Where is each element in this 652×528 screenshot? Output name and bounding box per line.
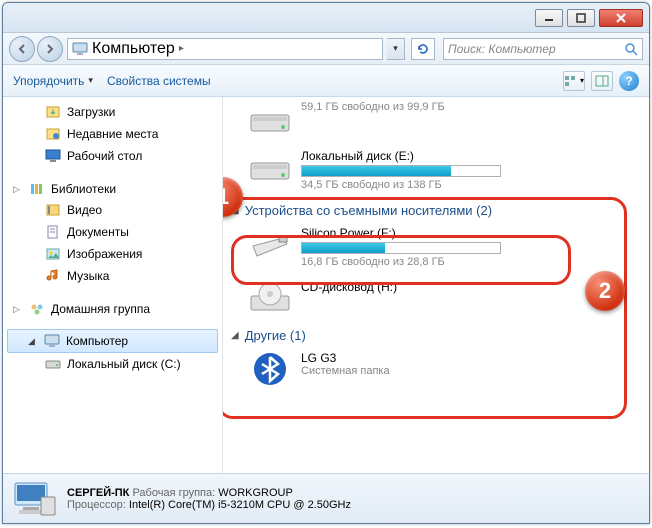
drive-item-f[interactable]: Silicon Power (F:) 16,8 ГБ свободно из 2…	[231, 222, 641, 276]
drive-freespace: 34,5 ГБ свободно из 138 ГБ	[301, 179, 641, 191]
search-icon	[624, 42, 638, 56]
chevron-right-icon: ▸	[179, 43, 184, 54]
breadcrumb-location: Компьютер	[92, 40, 175, 58]
sidebar: Загрузки Недавние места Рабочий стол ▷ Б…	[3, 97, 223, 473]
toolbar: Упорядочить▾ Свойства системы ▾ ?	[3, 65, 649, 97]
capacity-bar	[301, 165, 501, 177]
collapse-icon: ◢	[231, 205, 239, 216]
drive-label: Локальный диск (E:)	[301, 149, 641, 163]
drive-icon	[45, 356, 61, 372]
cd-drive-icon	[249, 280, 291, 316]
sidebar-item-music[interactable]: Музыка	[3, 265, 222, 287]
drive-item-h[interactable]: CD-дисковод (H:)	[231, 276, 641, 324]
homegroup-icon	[29, 301, 45, 317]
hdd-icon	[249, 149, 291, 185]
sidebar-item-desktop[interactable]: Рабочий стол	[3, 145, 222, 167]
sidebar-item-video[interactable]: Видео	[3, 199, 222, 221]
pc-name: СЕРГЕЙ-ПК	[67, 487, 129, 499]
libraries-icon	[29, 181, 45, 197]
sidebar-item-computer[interactable]: ◢ Компьютер	[7, 329, 218, 353]
group-removable-devices[interactable]: ◢ Устройства со съемными носителями (2)	[231, 199, 641, 222]
back-button[interactable]	[9, 36, 35, 62]
drive-label: Silicon Power (F:)	[301, 226, 641, 240]
minimize-button[interactable]	[535, 9, 563, 27]
video-icon	[45, 202, 61, 218]
search-input[interactable]: Поиск: Компьютер	[443, 38, 643, 60]
explorer-window: Компьютер ▸ ▾ Поиск: Компьютер Упорядочи…	[2, 2, 650, 524]
documents-icon	[45, 224, 61, 240]
expand-icon: ▷	[13, 184, 23, 195]
sidebar-item-documents[interactable]: Документы	[3, 221, 222, 243]
capacity-bar	[301, 242, 501, 254]
computer-icon	[44, 333, 60, 349]
device-sublabel: Системная папка	[301, 365, 641, 377]
downloads-icon	[45, 104, 61, 120]
maximize-button[interactable]	[567, 9, 595, 27]
system-properties-button[interactable]: Свойства системы	[107, 74, 211, 88]
close-button[interactable]	[599, 9, 643, 27]
drive-freespace: 59,1 ГБ свободно из 99,9 ГБ	[301, 101, 641, 113]
computer-icon	[72, 41, 88, 57]
address-dropdown-button[interactable]: ▾	[387, 38, 405, 60]
expand-icon: ◢	[28, 332, 38, 350]
sidebar-item-pictures[interactable]: Изображения	[3, 243, 222, 265]
forward-button[interactable]	[37, 36, 63, 62]
help-button[interactable]: ?	[619, 71, 639, 91]
group-other[interactable]: ◢ Другие (1)	[231, 324, 641, 347]
device-label: LG G3	[301, 351, 641, 365]
drive-item-e[interactable]: Локальный диск (E:) 34,5 ГБ свободно из …	[231, 145, 641, 199]
status-text: СЕРГЕЙ-ПК Рабочая группа: WORKGROUP Проц…	[67, 487, 351, 511]
pictures-icon	[45, 246, 61, 262]
usb-drive-icon	[249, 226, 291, 262]
content-pane: 59,1 ГБ свободно из 99,9 ГБ Локальный ди…	[223, 97, 649, 473]
sidebar-group-homegroup[interactable]: ▷ Домашняя группа	[3, 297, 222, 319]
breadcrumb[interactable]: Компьютер ▸	[67, 38, 383, 60]
refresh-button[interactable]	[411, 38, 435, 60]
search-placeholder: Поиск: Компьютер	[448, 42, 556, 56]
desktop-icon	[45, 148, 61, 164]
recent-icon	[45, 126, 61, 142]
music-icon	[45, 268, 61, 284]
bluetooth-icon	[249, 351, 291, 387]
address-bar: Компьютер ▸ ▾ Поиск: Компьютер	[3, 33, 649, 65]
titlebar	[3, 3, 649, 33]
sidebar-item-local-disk-c[interactable]: Локальный диск (C:)	[3, 353, 222, 375]
sidebar-item-recent[interactable]: Недавние места	[3, 123, 222, 145]
sidebar-group-libraries[interactable]: ▷ Библиотеки	[3, 177, 222, 199]
expand-icon: ▷	[13, 304, 23, 315]
hdd-icon	[249, 101, 291, 137]
drive-freespace: 16,8 ГБ свободно из 28,8 ГБ	[301, 256, 641, 268]
drive-item[interactable]: 59,1 ГБ свободно из 99,9 ГБ	[231, 101, 641, 145]
collapse-icon: ◢	[231, 330, 239, 341]
drive-label: CD-дисковод (H:)	[301, 280, 641, 294]
organize-button[interactable]: Упорядочить▾	[13, 74, 93, 88]
device-item-lg-g3[interactable]: LG G3 Системная папка	[231, 347, 641, 395]
view-button[interactable]: ▾	[563, 71, 585, 91]
computer-large-icon	[13, 479, 57, 519]
preview-pane-button[interactable]	[591, 71, 613, 91]
sidebar-item-downloads[interactable]: Загрузки	[3, 101, 222, 123]
statusbar: СЕРГЕЙ-ПК Рабочая группа: WORKGROUP Проц…	[3, 473, 649, 523]
